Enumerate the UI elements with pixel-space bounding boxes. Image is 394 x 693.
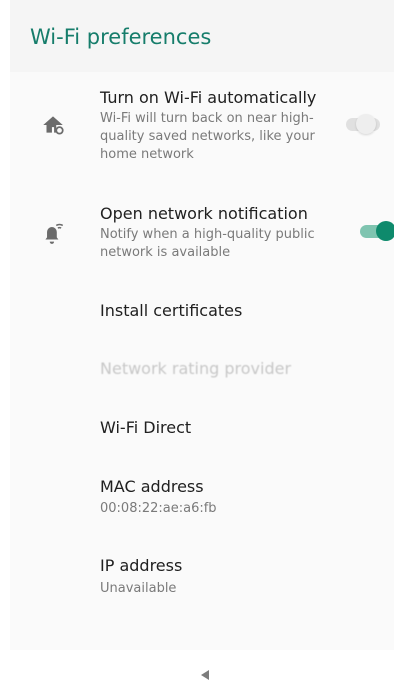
pref-title: MAC address [100, 477, 204, 496]
preferences-list: Turn on Wi-Fi automatically Wi-Fi will t… [10, 72, 394, 650]
pref-title: Open network notification [100, 204, 308, 223]
wifi-notification-icon [40, 220, 66, 246]
pref-title: IP address [100, 556, 183, 575]
pref-title: Network rating provider [100, 359, 292, 378]
mac-address-value: 00:08:22:ae:a6:fb [100, 501, 217, 516]
pref-title: Install certificates [100, 301, 243, 320]
open-network-notification-toggle[interactable] [360, 219, 394, 243]
toolbar: Wi-Fi preferences [10, 0, 394, 72]
pref-summary: Wi-Fi will turn back on near high-qualit… [100, 111, 315, 162]
pref-summary: Notify when a high-quality public networ… [100, 227, 315, 260]
ip-address-value: Unavailable [100, 581, 177, 596]
page-title: Wi-Fi preferences [30, 25, 212, 49]
back-triangle-icon[interactable] [198, 668, 212, 682]
pref-title: Turn on Wi-Fi automatically [100, 88, 317, 107]
toggle-thumb [376, 221, 394, 241]
toggle-thumb [356, 114, 376, 134]
home-wifi-icon [40, 112, 66, 138]
pref-title: Wi-Fi Direct [100, 418, 192, 437]
wifi-auto-toggle[interactable] [346, 112, 382, 136]
wifi-preferences-screen: Wi-Fi preferences Turn on Wi-Fi automati… [0, 0, 394, 693]
navigation-bar [0, 650, 394, 693]
